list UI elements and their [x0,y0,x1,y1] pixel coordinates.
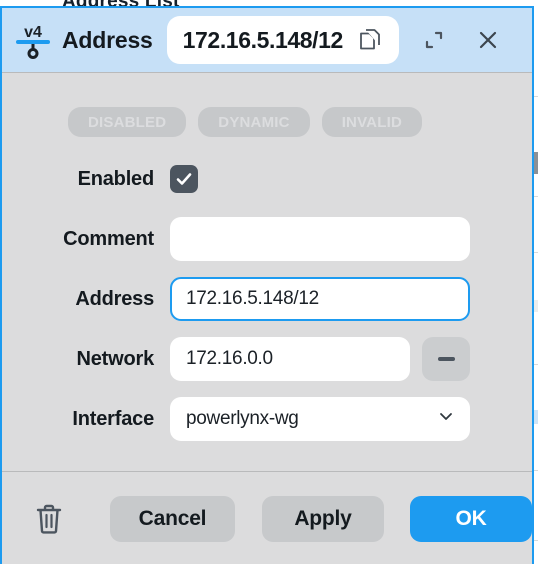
comment-input[interactable] [170,217,470,261]
dialog-body: DISABLED DYNAMIC INVALID Enabled Comment… [2,72,532,471]
form-row-interface: Interface powerlynx-wg [2,397,532,441]
interface-select[interactable]: powerlynx-wg [170,397,470,441]
status-badge-disabled[interactable]: DISABLED [68,107,187,137]
svg-text:v4: v4 [24,24,42,41]
copy-icon[interactable] [353,23,387,57]
form-row-enabled: Enabled [2,157,532,201]
interface-selected-value: powerlynx-wg [186,408,299,429]
header-value-pill: 172.16.5.148/12 [166,16,399,64]
network-input[interactable]: 172.16.0.0 [170,337,410,381]
form-row-network: Network 172.16.0.0 [2,337,532,381]
form-row-address: Address 172.16.5.148/12 [2,277,532,321]
form-row-comment: Comment [2,217,532,261]
comment-label: Comment [63,227,154,250]
enabled-label: Enabled [77,167,155,190]
status-badge-dynamic[interactable]: DYNAMIC [198,107,310,137]
check-icon [176,173,192,185]
interface-label: Interface [72,407,154,430]
header-address-value: 172.16.5.148/12 [182,26,344,53]
apply-button[interactable]: Apply [262,495,384,542]
dialog-titlebar: v4 Address 172.16.5.148/12 [2,8,532,72]
trash-icon[interactable] [32,500,66,538]
dialog-footer: Cancel Apply OK [2,471,532,564]
address-input[interactable]: 172.16.5.148/12 [170,277,470,321]
ok-button[interactable]: OK [410,495,532,542]
minus-icon [437,357,455,361]
status-badge-invalid[interactable]: INVALID [321,107,422,137]
enabled-checkbox[interactable] [170,165,198,193]
address-label: Address [75,287,154,310]
cancel-button[interactable]: Cancel [110,495,235,542]
ipv4-icon: v4 [14,20,52,60]
chevron-down-icon [436,406,456,432]
network-remove-button[interactable] [422,337,470,381]
dialog-title: Address [62,26,153,53]
address-dialog: v4 Address 172.16.5.148/12 DISABLED DYNA… [0,6,534,564]
close-icon[interactable] [471,23,505,57]
network-label: Network [76,347,154,370]
status-badge-row: DISABLED DYNAMIC INVALID [68,107,422,137]
restore-icon[interactable] [417,23,451,57]
